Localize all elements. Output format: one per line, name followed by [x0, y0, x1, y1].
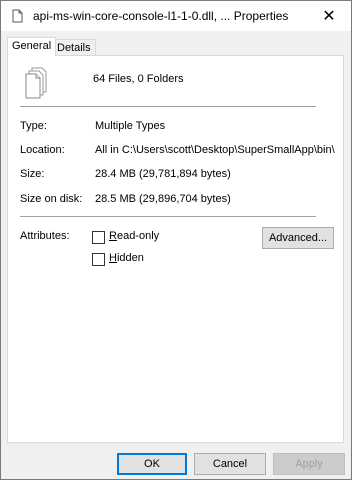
close-button[interactable]: ✕	[307, 1, 351, 31]
files-folders-count: 64 Files, 0 Folders	[93, 73, 184, 85]
multiple-files-icon	[25, 67, 47, 99]
title-bar: api-ms-win-core-console-l1-1-0.dll, ... …	[1, 1, 351, 31]
hidden-label-rest: idden	[116, 252, 144, 264]
apply-button-label: Apply	[295, 458, 323, 470]
tab-details-label: Details	[57, 42, 91, 54]
tab-general[interactable]: General	[7, 37, 57, 56]
ok-button[interactable]: OK	[117, 453, 187, 475]
size-label: Size:	[20, 168, 45, 180]
tab-details[interactable]: Details	[52, 39, 96, 55]
properties-dialog: api-ms-win-core-console-l1-1-0.dll, ... …	[0, 0, 352, 480]
general-panel: 64 Files, 0 Folders Type: Multiple Types…	[7, 55, 344, 443]
readonly-checkbox[interactable]	[92, 231, 105, 244]
location-value: All in C:\Users\scott\Desktop\SuperSmall…	[95, 144, 335, 156]
separator	[20, 216, 316, 217]
type-value: Multiple Types	[95, 120, 166, 132]
readonly-label: Read-only	[109, 230, 159, 242]
hidden-label: Hidden	[109, 252, 144, 264]
advanced-button[interactable]: Advanced...	[262, 227, 334, 249]
location-label: Location:	[20, 144, 65, 156]
apply-button[interactable]: Apply	[273, 453, 345, 475]
readonly-label-rest: ead-only	[116, 230, 160, 242]
size-on-disk-value: 28.5 MB (29,896,704 bytes)	[95, 193, 231, 205]
ok-button-label: OK	[144, 458, 160, 470]
separator	[20, 106, 316, 107]
cancel-button[interactable]: Cancel	[194, 453, 266, 475]
size-value: 28.4 MB (29,781,894 bytes)	[95, 168, 231, 180]
hidden-accel: H	[109, 252, 117, 264]
tab-general-label: General	[12, 40, 52, 52]
close-icon: ✕	[322, 8, 336, 25]
window-title: api-ms-win-core-console-l1-1-0.dll, ... …	[33, 9, 289, 23]
advanced-button-label: Advanced...	[268, 232, 328, 244]
readonly-accel: R	[109, 230, 117, 242]
hidden-checkbox[interactable]	[92, 253, 105, 266]
cancel-button-label: Cancel	[212, 458, 248, 470]
attributes-label: Attributes:	[20, 230, 70, 242]
size-on-disk-label: Size on disk:	[20, 193, 83, 205]
file-icon	[12, 9, 23, 23]
type-label: Type:	[20, 120, 47, 132]
tab-strip: General Details	[1, 31, 351, 56]
